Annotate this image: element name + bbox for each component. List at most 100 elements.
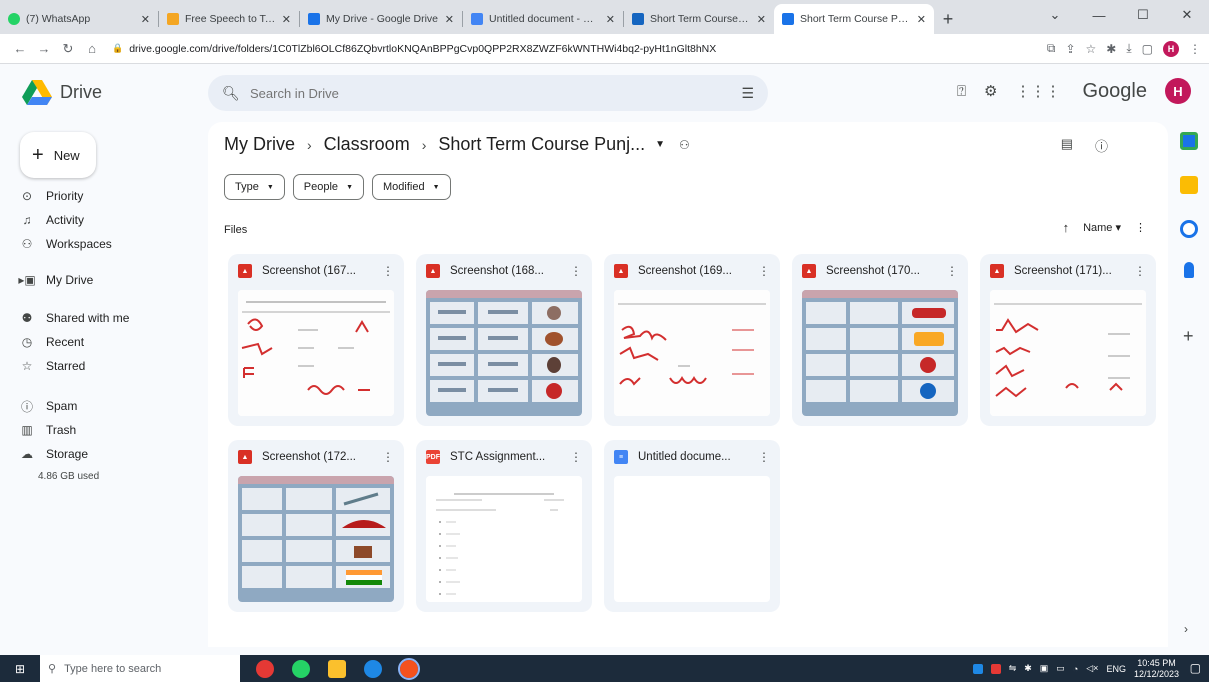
apps-grid-icon[interactable]: ⋮⋮⋮	[1016, 82, 1061, 100]
share-icon[interactable]: ⇪	[1065, 42, 1075, 56]
nav-item-my-drive[interactable]: ▸▣ My Drive	[16, 268, 93, 292]
close-tab-icon[interactable]: ✕	[141, 13, 150, 26]
folder-menu-caret-icon[interactable]: ▼	[655, 139, 665, 150]
file-explorer-icon[interactable]	[328, 659, 346, 678]
tab-untitled-document[interactable]: Untitled document - Goog ✕	[463, 4, 623, 34]
filter-modified[interactable]: Modified ▼	[372, 174, 451, 200]
more-options-icon[interactable]: ⋮	[1135, 221, 1146, 234]
tray-overflow-icon[interactable]: ⇋	[1009, 663, 1017, 674]
nav-item-recent[interactable]: ◷ Recent	[16, 330, 84, 354]
network-icon[interactable]: ▣	[1040, 663, 1049, 674]
nav-item-priority[interactable]: ⊙ Priority	[16, 184, 83, 208]
nav-item-starred[interactable]: ☆ Starred	[16, 354, 86, 378]
search-input[interactable]	[250, 85, 742, 101]
close-window-icon[interactable]: ✕	[1165, 7, 1209, 23]
account-avatar[interactable]: H	[1165, 78, 1191, 104]
whatsapp-taskbar-icon[interactable]	[292, 659, 310, 678]
reload-icon[interactable]: ↻	[56, 41, 80, 57]
taskbar-search-box[interactable]: ⚲ Type here to search	[40, 655, 240, 682]
more-actions-icon[interactable]: ⋮	[758, 450, 770, 464]
back-icon[interactable]: ←	[8, 41, 32, 56]
close-tab-icon[interactable]: ✕	[445, 13, 454, 26]
details-info-icon[interactable]: ⓘ	[1095, 136, 1108, 155]
tray-app-icon[interactable]	[972, 663, 983, 674]
tab-whatsapp[interactable]: (7) WhatsApp ✕	[0, 4, 158, 34]
tray-app-icon[interactable]	[990, 663, 1001, 674]
tab-short-term-course-1[interactable]: Short Term Course Punjab ✕	[624, 4, 774, 34]
file-card[interactable]: ▲ Screenshot (168... ⋮	[416, 254, 592, 426]
sort-by-name[interactable]: Name ▾	[1083, 221, 1121, 234]
tasks-icon[interactable]	[1180, 220, 1198, 238]
more-actions-icon[interactable]: ⋮	[570, 450, 582, 464]
volume-icon[interactable]: ◁×	[1086, 663, 1098, 674]
home-icon[interactable]: ⌂	[80, 41, 104, 56]
more-actions-icon[interactable]: ⋮	[570, 264, 582, 278]
weather-widget-icon[interactable]	[256, 659, 274, 678]
filter-people[interactable]: People ▼	[292, 174, 364, 200]
forward-icon[interactable]: →	[32, 41, 56, 56]
battery-icon[interactable]: ▭	[1056, 663, 1065, 674]
file-card[interactable]: ▲ Screenshot (169... ⋮	[604, 254, 780, 426]
breadcrumb-my-drive[interactable]: My Drive	[224, 134, 295, 155]
wifi-icon[interactable]: ◔	[1073, 664, 1078, 674]
download-icon[interactable]: ⤓	[1126, 41, 1131, 56]
tab-my-drive[interactable]: My Drive - Google Drive ✕	[300, 4, 462, 34]
search-options-icon[interactable]: ☰	[741, 85, 754, 102]
nav-item-activity[interactable]: ♫ Activity	[16, 208, 85, 232]
clock[interactable]: 10:45 PM 12/12/2023	[1134, 658, 1179, 680]
bluetooth-icon[interactable]: ✱	[1024, 663, 1032, 674]
expand-panel-chevron-icon[interactable]: ›	[1184, 622, 1188, 636]
file-card[interactable]: ▲ Screenshot (167... ⋮	[228, 254, 404, 426]
windows-start-icon[interactable]: ⊞	[0, 662, 40, 676]
help-icon[interactable]: ⍰	[957, 83, 966, 100]
file-card[interactable]: ▲ Screenshot (172... ⋮	[228, 440, 404, 612]
close-tab-icon[interactable]: ✕	[282, 13, 291, 26]
calendar-icon[interactable]	[1180, 132, 1198, 150]
more-actions-icon[interactable]: ⋮	[758, 264, 770, 278]
more-actions-icon[interactable]: ⋮	[382, 450, 394, 464]
file-card[interactable]: PDF STC Assignment... ⋮	[416, 440, 592, 612]
settings-gear-icon[interactable]: ⚙	[984, 82, 997, 100]
breadcrumb-current-folder[interactable]: Short Term Course Punj...	[438, 134, 645, 155]
nav-item-trash[interactable]: ▥ Trash	[16, 418, 76, 442]
file-card[interactable]: ▲ Screenshot (171)... ⋮	[980, 254, 1156, 426]
close-tab-icon[interactable]: ✕	[757, 13, 766, 26]
browser-profile-avatar[interactable]: H	[1163, 40, 1179, 57]
extensions-icon[interactable]: ✱	[1106, 42, 1116, 56]
tab-short-term-course-active[interactable]: Short Term Course Punjab ✕	[774, 4, 934, 34]
chrome-taskbar-icon[interactable]	[398, 657, 420, 680]
new-button[interactable]: + New	[20, 132, 96, 178]
nav-item-shared-with-me[interactable]: ⚉ Shared with me	[16, 306, 130, 330]
minimize-icon[interactable]: —	[1077, 8, 1121, 23]
side-panel-icon[interactable]: ▢	[1142, 42, 1153, 56]
browser-menu-icon[interactable]: ⋮	[1189, 42, 1201, 56]
breadcrumb-classroom[interactable]: Classroom	[324, 134, 410, 155]
close-tab-icon[interactable]: ✕	[606, 13, 615, 26]
more-actions-icon[interactable]: ⋮	[382, 264, 394, 278]
list-view-icon[interactable]: ▤	[1061, 136, 1073, 155]
new-tab-button[interactable]: +	[934, 4, 962, 34]
bookmark-star-icon[interactable]: ☆	[1086, 42, 1097, 56]
more-actions-icon[interactable]: ⋮	[946, 264, 958, 278]
file-card[interactable]: ▲ Screenshot (170... ⋮	[792, 254, 968, 426]
close-tab-icon[interactable]: ✕	[917, 13, 926, 26]
drive-logo[interactable]: Drive	[22, 78, 102, 106]
tab-speech-to-text[interactable]: Free Speech to Text Online ✕	[159, 4, 299, 34]
tab-search-icon[interactable]: ⌄	[1033, 7, 1077, 23]
nav-item-storage[interactable]: ☁ Storage	[16, 442, 88, 466]
notification-center-icon[interactable]: ▢	[1190, 661, 1201, 675]
contacts-icon[interactable]	[1184, 262, 1194, 278]
url-field[interactable]: 🔒 drive.google.com/drive/folders/1C0TlZb…	[112, 37, 1047, 61]
sort-direction-arrow-icon[interactable]: ↑	[1063, 220, 1070, 235]
filter-type[interactable]: Type ▼	[224, 174, 285, 200]
nav-item-workspaces[interactable]: ⚇ Workspaces	[16, 232, 112, 256]
input-language[interactable]: ENG	[1106, 664, 1126, 674]
search-icon[interactable]: 🔍︎	[222, 85, 244, 102]
maximize-icon[interactable]: ☐	[1121, 7, 1165, 23]
more-actions-icon[interactable]: ⋮	[1134, 264, 1146, 278]
search-bar[interactable]: 🔍︎ ☰	[208, 75, 768, 111]
edge-browser-icon[interactable]	[364, 659, 382, 678]
keep-icon[interactable]	[1180, 176, 1198, 194]
install-app-icon[interactable]: ⧉	[1047, 41, 1056, 56]
file-card[interactable]: ≡ Untitled docume... ⋮	[604, 440, 780, 612]
